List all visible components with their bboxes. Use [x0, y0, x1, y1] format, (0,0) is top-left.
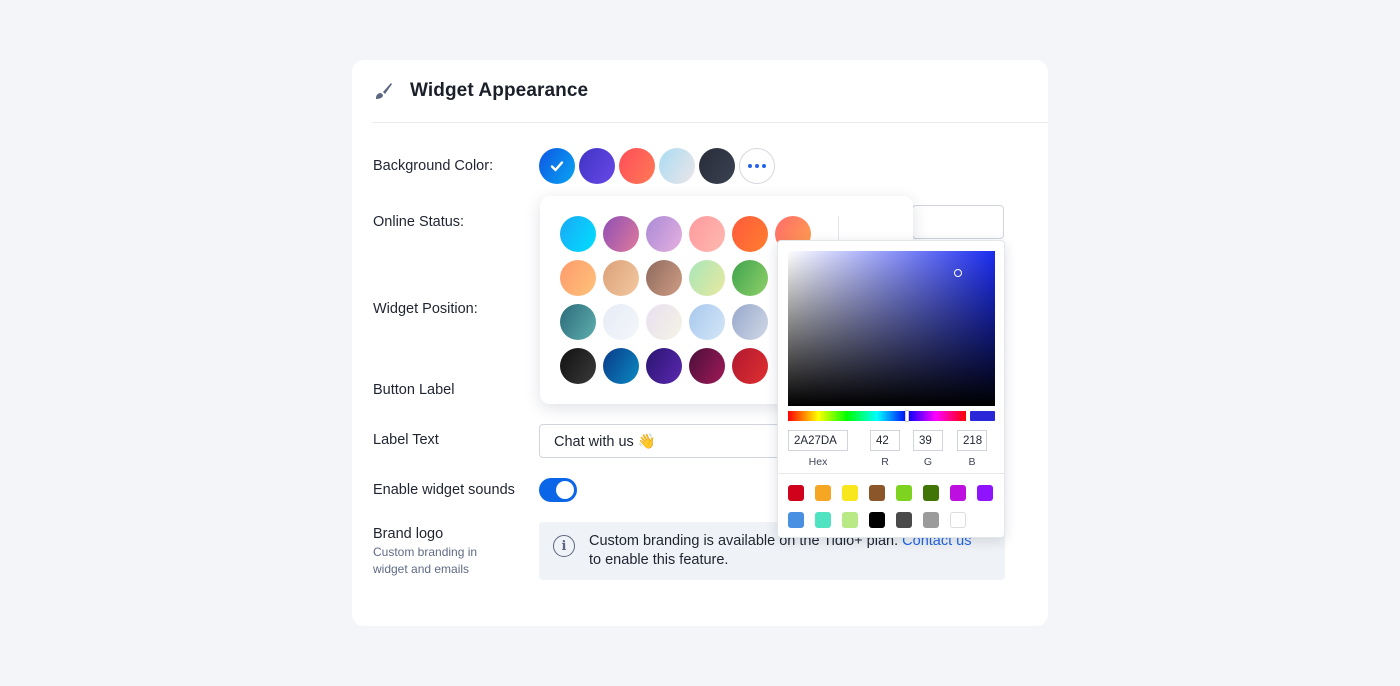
gradient-swatch[interactable]	[732, 260, 768, 296]
label-text-input[interactable]: Chat with us 👋	[539, 424, 809, 458]
gradient-swatch[interactable]	[689, 348, 725, 384]
gradient-swatch[interactable]	[646, 304, 682, 340]
gradient-swatch[interactable]	[560, 348, 596, 384]
color-fields: 2A27DA 42 39 218 Hex R G B	[788, 430, 995, 470]
preset-swatch[interactable]	[977, 485, 993, 501]
card-header: Widget Appearance	[372, 60, 1048, 123]
gradient-swatch[interactable]	[646, 260, 682, 296]
gradient-swatch[interactable]	[732, 304, 768, 340]
gradient-swatch[interactable]	[603, 216, 639, 252]
online-status-label: Online Status:	[373, 214, 465, 230]
brand-logo-sublabel: Custom branding in widget and emails	[373, 545, 478, 576]
preset-swatch[interactable]	[788, 512, 804, 528]
gradient-swatch[interactable]	[689, 304, 725, 340]
preset-swatch[interactable]	[842, 512, 858, 528]
preset-swatch[interactable]	[842, 485, 858, 501]
preset-swatch[interactable]	[869, 512, 885, 528]
preset-swatch[interactable]	[869, 485, 885, 501]
background-swatches	[539, 148, 775, 184]
gradient-swatch[interactable]	[560, 216, 596, 252]
enable-sounds-toggle[interactable]	[539, 478, 577, 502]
label-text-label: Label Text	[373, 432, 439, 448]
gradient-swatch[interactable]	[646, 348, 682, 384]
preset-swatches	[788, 485, 993, 528]
gradient-swatch[interactable]	[560, 260, 596, 296]
gradient-swatch[interactable]	[603, 348, 639, 384]
gradient-grid	[560, 216, 811, 384]
more-dots-icon	[748, 164, 766, 168]
saturation-handle[interactable]	[954, 269, 962, 277]
swatch-purple[interactable]	[579, 148, 615, 184]
preset-swatch[interactable]	[815, 485, 831, 501]
swatch-blue[interactable]	[539, 148, 575, 184]
preset-swatch[interactable]	[815, 512, 831, 528]
gradient-swatch[interactable]	[603, 304, 639, 340]
check-icon	[550, 161, 564, 172]
b-input[interactable]: 218	[957, 430, 987, 451]
color-picker-popover: 2A27DA 42 39 218 Hex R G B	[777, 240, 1005, 538]
toggle-knob	[556, 481, 574, 499]
gradient-swatch[interactable]	[646, 216, 682, 252]
more-colors-button[interactable]	[739, 148, 775, 184]
b-value: 218	[963, 434, 983, 447]
preset-swatch[interactable]	[950, 512, 966, 528]
brand-logo-label: Brand logo	[373, 526, 444, 542]
gradient-swatch[interactable]	[732, 216, 768, 252]
r-label: R	[881, 456, 889, 468]
gradient-swatch[interactable]	[689, 216, 725, 252]
swatch-coral[interactable]	[619, 148, 655, 184]
current-color-preview	[970, 411, 995, 421]
enable-sounds-label: Enable widget sounds	[373, 482, 515, 498]
picker-divider	[778, 473, 1004, 474]
r-input[interactable]: 42	[870, 430, 900, 451]
hex-value: 2A27DA	[794, 434, 837, 447]
paintbrush-icon	[376, 83, 392, 99]
palette-divider	[838, 216, 839, 242]
hex-input[interactable]: 2A27DA	[788, 430, 848, 451]
preset-swatch[interactable]	[788, 485, 804, 501]
info-text-after: to enable this feature.	[589, 552, 729, 568]
online-status-input[interactable]	[912, 205, 1004, 239]
background-color-label: Background Color:	[373, 158, 494, 174]
gradient-swatch[interactable]	[603, 260, 639, 296]
g-value: 39	[919, 434, 932, 447]
hue-slider[interactable]	[788, 410, 966, 422]
gradient-swatch[interactable]	[732, 348, 768, 384]
hex-label: Hex	[808, 456, 828, 468]
b-label: B	[968, 456, 976, 468]
widget-position-label: Widget Position:	[373, 301, 478, 317]
card-title: Widget Appearance	[410, 80, 589, 101]
info-icon: i	[553, 535, 575, 557]
label-text-value: Chat with us 👋	[554, 433, 656, 450]
preset-swatch[interactable]	[923, 512, 939, 528]
gradient-swatch[interactable]	[560, 304, 596, 340]
r-value: 42	[876, 434, 889, 447]
swatch-light-blue[interactable]	[659, 148, 695, 184]
preset-swatch[interactable]	[896, 485, 912, 501]
hue-handle[interactable]	[905, 410, 909, 422]
button-label-label: Button Label	[373, 382, 455, 398]
preset-swatch[interactable]	[923, 485, 939, 501]
g-label: G	[923, 456, 933, 468]
gradient-swatch[interactable]	[689, 260, 725, 296]
swatch-dark[interactable]	[699, 148, 735, 184]
saturation-value-area[interactable]	[788, 251, 995, 406]
g-input[interactable]: 39	[913, 430, 943, 451]
preset-swatch[interactable]	[950, 485, 966, 501]
preset-swatch[interactable]	[896, 512, 912, 528]
